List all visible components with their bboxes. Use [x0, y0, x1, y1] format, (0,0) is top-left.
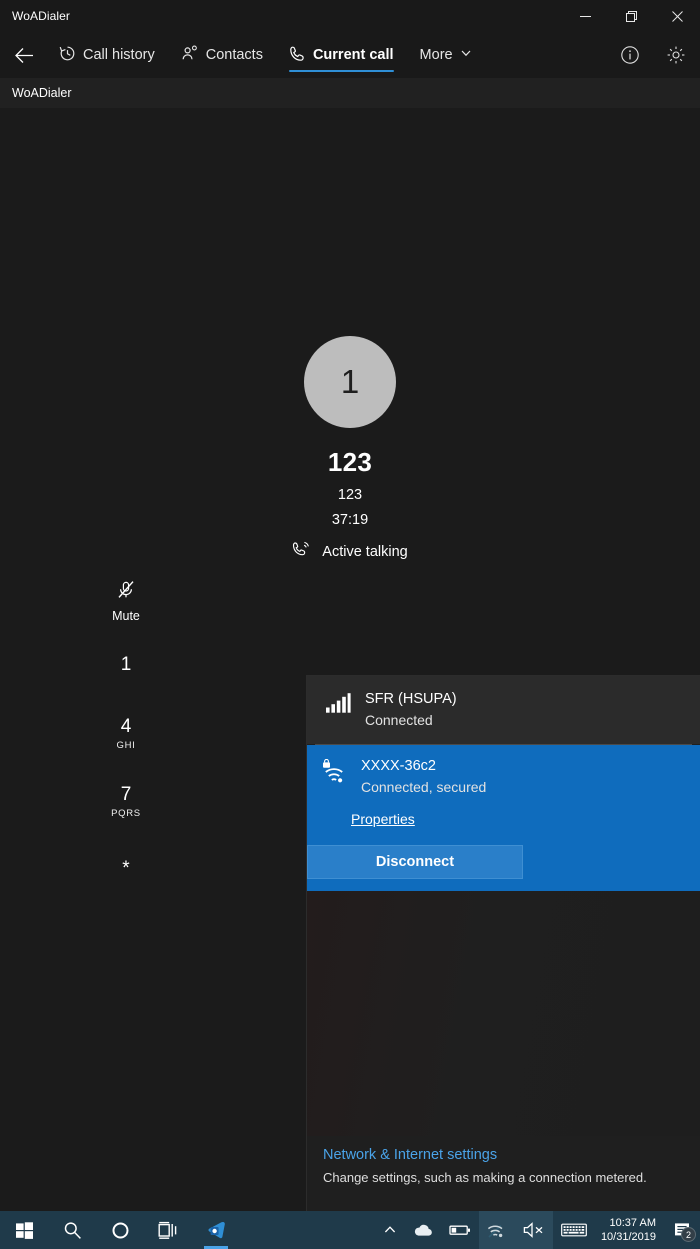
network-status: Connected [365, 712, 433, 728]
network-item-texts: XXXX-36c2 Connected, secured [361, 757, 486, 797]
network-settings-description: Change settings, such as making a connec… [323, 1170, 647, 1185]
tray-network-icon[interactable] [478, 1211, 515, 1249]
dialpad-key-star[interactable]: * [92, 836, 160, 904]
mute-button[interactable]: Mute [92, 570, 160, 632]
dialpad-key-7[interactable]: 7 PQRS [92, 768, 160, 836]
minimize-button[interactable] [562, 0, 608, 32]
network-settings-block: Network & Internet settings Change setti… [307, 1136, 700, 1188]
network-item-cellular[interactable]: SFR (HSUPA) Connected [307, 676, 700, 744]
dialpad-row-mute: Mute [0, 570, 290, 632]
app-title: WoADialer [12, 86, 72, 100]
network-name: SFR (HSUPA) [365, 691, 457, 707]
network-status: Connected, secured [361, 779, 487, 795]
caller-name: 123 [327, 447, 373, 477]
window-controls [562, 0, 700, 32]
close-button[interactable] [654, 0, 700, 32]
dialpad-key-digit: 1 [120, 653, 132, 675]
tab-current-call[interactable]: Current call [276, 32, 407, 78]
wifi-properties-link[interactable]: Properties [351, 811, 415, 827]
dialpad-key-letters: PQRS [111, 808, 141, 819]
tab-label: More [419, 46, 453, 63]
dialpad-key-digit: 7 [120, 784, 132, 805]
cellular-signal-icon [325, 692, 351, 719]
tab-contacts[interactable]: Contacts [168, 32, 276, 78]
mute-label: Mute [112, 608, 140, 623]
caller-number: 123 [337, 487, 363, 503]
microphone-muted-icon [116, 580, 136, 605]
avatar: 1 [304, 336, 396, 428]
info-button[interactable] [608, 33, 652, 77]
app-body: 1 123 123 37:19 Active talking Mute 1 4 … [0, 108, 700, 1249]
network-internet-settings-link[interactable]: Network & Internet settings [323, 1144, 497, 1166]
network-item-texts: SFR (HSUPA) Connected [365, 690, 457, 730]
dial-pad: Mute 1 4 GHI 7 PQRS * [0, 570, 290, 904]
network-item-header: XXXX-36c2 Connected, secured [307, 745, 502, 797]
dialpad-row-4: 4 GHI [0, 700, 290, 768]
call-status: Active talking [292, 540, 408, 563]
network-item-wifi[interactable]: XXXX-36c2 Connected, secured Properties … [307, 745, 700, 891]
title-bar: WoADialer [0, 0, 700, 32]
chevron-down-icon [460, 47, 472, 63]
clock-time: 10:37 AM [609, 1217, 656, 1229]
tab-label: Contacts [205, 46, 263, 63]
contacts-icon [181, 45, 199, 66]
taskbar-item-woadialer[interactable] [192, 1211, 240, 1249]
taskbar: 10:37 AM 10/31/2019 2 [0, 1211, 700, 1249]
volume-muted-icon[interactable] [514, 1211, 553, 1249]
dialpad-row-star: * [0, 836, 290, 904]
dialpad-key-digit: 4 [120, 716, 132, 737]
clock-date: 10/31/2019 [600, 1231, 656, 1243]
tab-more[interactable]: More [407, 32, 485, 78]
phone-active-icon [292, 540, 311, 563]
dialpad-key-1[interactable]: 1 [92, 632, 160, 700]
clock[interactable]: 10:37 AM 10/31/2019 [595, 1211, 666, 1249]
dialpad-key-letters: GHI [116, 740, 136, 751]
tray-overflow-icon[interactable] [375, 1211, 405, 1249]
settings-gear-icon[interactable] [654, 33, 698, 77]
call-duration: 37:19 [331, 512, 369, 528]
battery-icon[interactable] [441, 1211, 479, 1249]
tab-call-history[interactable]: Call history [46, 32, 168, 78]
onedrive-icon[interactable] [405, 1211, 441, 1249]
back-button[interactable] [2, 33, 46, 77]
app-subheader: WoADialer [0, 78, 700, 108]
history-icon [59, 45, 76, 66]
start-button[interactable] [0, 1211, 48, 1249]
disconnect-button[interactable]: Disconnect [307, 845, 523, 879]
dialpad-key-digit: * [122, 857, 130, 879]
network-name: XXXX-36c2 [361, 758, 436, 774]
call-info: 1 123 123 37:19 Active talking [0, 336, 700, 563]
network-actions: Disconnect [307, 827, 531, 891]
search-icon[interactable] [48, 1211, 96, 1249]
dialpad-row-1: 1 [0, 632, 290, 700]
phone-icon [289, 45, 306, 66]
tab-label: Current call [312, 46, 394, 63]
network-flyout: SFR (HSUPA) Connected XXXX-36c2 Connecte… [307, 676, 700, 1249]
navigation-bar: Call history Contacts Current call More [0, 32, 700, 78]
restore-button[interactable] [608, 0, 654, 32]
network-list-empty-area [307, 891, 700, 1136]
call-status-label: Active talking [322, 543, 408, 560]
dialpad-row-7: 7 PQRS [0, 768, 290, 836]
system-tray: 10:37 AM 10/31/2019 2 [375, 1211, 700, 1249]
task-view-icon[interactable] [144, 1211, 192, 1249]
dialpad-key-4[interactable]: 4 GHI [92, 700, 160, 768]
touch-keyboard-icon[interactable] [553, 1211, 595, 1249]
tab-label: Call history [83, 46, 155, 63]
wifi-secured-icon [321, 758, 348, 792]
cortana-icon[interactable] [96, 1211, 144, 1249]
action-center-badge: 2 [681, 1227, 696, 1242]
window-title: WoADialer [12, 9, 71, 23]
screen: WoADialer Call history Contacts Current … [0, 0, 700, 1249]
tab-active-indicator [288, 69, 394, 72]
action-center-icon[interactable]: 2 [666, 1211, 700, 1249]
